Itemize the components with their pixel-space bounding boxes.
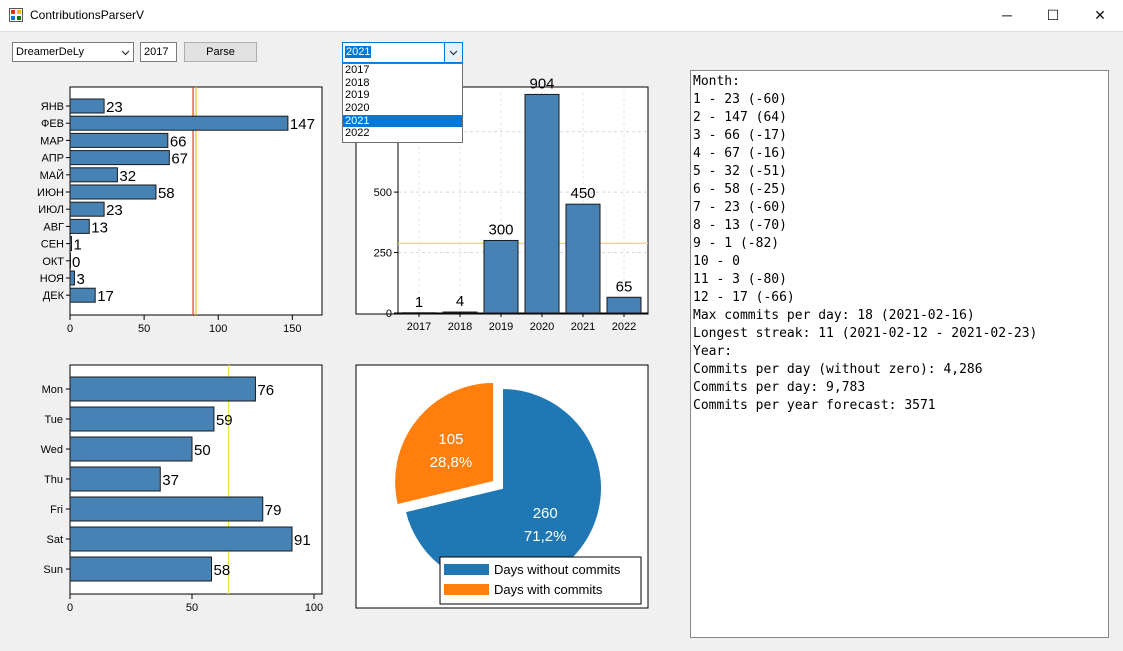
output-line: 7 - 23 (-60)	[693, 200, 787, 215]
output-line: 8 - 13 (-70)	[693, 218, 787, 233]
output-line: Commits per day (without zero): 4,286	[693, 362, 983, 377]
year-option-2021[interactable]: 2021	[343, 114, 462, 128]
year-dropdown-list[interactable]: 2017 2018 2019 2020 2021 2022	[342, 63, 463, 143]
output-line: 3 - 66 (-17)	[693, 128, 787, 143]
output-line: 1 - 23 (-60)	[693, 92, 787, 107]
output-line: 11 - 3 (-80)	[693, 272, 787, 287]
year-option-2018[interactable]: 2018	[343, 77, 462, 90]
year-option-2019[interactable]: 2019	[343, 89, 462, 102]
legend-swatch	[444, 564, 489, 575]
output-line: Year:	[693, 344, 733, 359]
output-line: 2 - 147 (64)	[693, 110, 787, 125]
output-line: Longest streak: 11 (2021-02-12 - 2021-02…	[693, 326, 1038, 341]
year-option-2020[interactable]: 2020	[343, 102, 462, 115]
output-line: Month:	[693, 74, 740, 89]
year-option-2022[interactable]: 2022	[343, 127, 462, 140]
legend-swatch	[444, 584, 489, 595]
pie-percent-label: 28,8%	[430, 454, 473, 471]
output-line: 4 - 67 (-16)	[693, 146, 787, 161]
output-line: Max commits per day: 18 (2021-02-16)	[693, 308, 975, 323]
output-line: 5 - 32 (-51)	[693, 164, 787, 179]
output-line: 9 - 1 (-82)	[693, 236, 780, 251]
pie-percent-label: 71,2%	[524, 528, 567, 545]
pie-value-label: 105	[438, 431, 463, 448]
pie-value-label: 260	[533, 505, 558, 522]
legend-label: Days with commits	[494, 582, 603, 597]
legend-label: Days without commits	[494, 562, 621, 577]
output-line: Commits per day: 9,783	[693, 380, 866, 395]
output-line: Commits per year forecast: 3571	[693, 398, 936, 413]
output-line: 10 - 0	[693, 254, 740, 269]
output-line: 6 - 58 (-25)	[693, 182, 787, 197]
stats-output-textbox[interactable]: Month: 1 - 23 (-60) 2 - 147 (64) 3 - 66 (-1…	[690, 70, 1109, 638]
output-line: 12 - 17 (-66)	[693, 290, 795, 305]
year-option-2017[interactable]: 2017	[343, 64, 462, 77]
